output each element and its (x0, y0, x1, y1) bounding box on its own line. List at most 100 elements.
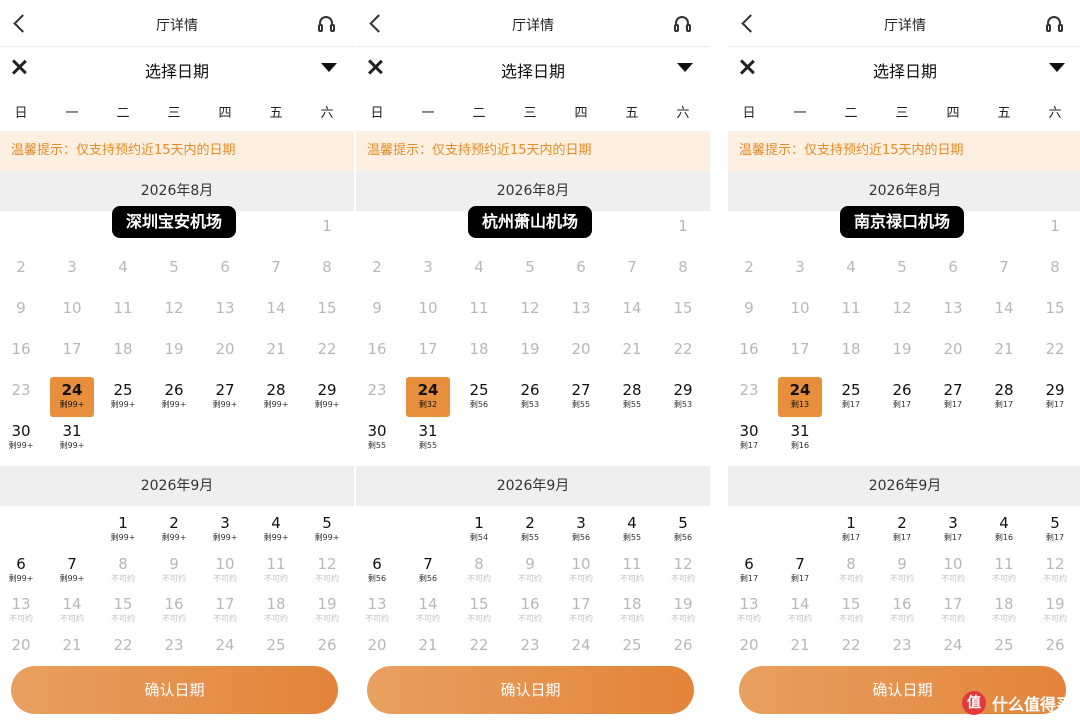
calendar-day[interactable]: 31 剩55 (406, 418, 450, 458)
triangle-down-icon[interactable] (321, 63, 337, 72)
calendar-day[interactable]: 26 剩17 (880, 377, 924, 417)
calendar-day[interactable]: 31 剩99+ (50, 418, 94, 458)
calendar-day[interactable]: 6 剩99+ (0, 551, 43, 591)
calendar-day[interactable]: 4 剩99+ (254, 510, 298, 550)
calendar-day[interactable]: 27 剩99+ (203, 377, 247, 417)
remaining-count: 剩17 (1045, 400, 1065, 409)
calendar-day[interactable]: 5 剩17 (1033, 510, 1077, 550)
unavailable-label: 不可约 (9, 614, 33, 623)
calendar-day[interactable]: 27 剩55 (559, 377, 603, 417)
calendar-day[interactable]: 4 剩55 (610, 510, 654, 550)
calendar-day-selected[interactable]: 24 剩13 (778, 377, 822, 417)
calendar-day: 13 不可约 (0, 591, 43, 631)
calendar-day: 17 (50, 336, 94, 376)
calendar-day[interactable]: 27 剩17 (931, 377, 975, 417)
remaining-count: 剩55 (622, 400, 642, 409)
calendar-day[interactable]: 7 剩56 (406, 551, 450, 591)
calendar-day-selected[interactable]: 24 剩32 (406, 377, 450, 417)
calendar-day[interactable]: 7 剩99+ (50, 551, 94, 591)
customer-service-headset-icon[interactable] (674, 16, 692, 32)
month-header-sep: 2026年9月 (728, 466, 1080, 506)
unavailable-label: 不可约 (839, 574, 863, 583)
calendar-day[interactable]: 2 剩99+ (152, 510, 196, 550)
calendar-day: 9 不可约 (880, 551, 924, 591)
calendar-day[interactable]: 2 剩17 (880, 510, 924, 550)
remaining-count: 剩55 (418, 441, 438, 450)
confirm-date-button[interactable]: 确认日期 (367, 666, 694, 714)
calendar-day: 6 (931, 254, 975, 294)
calendar-day: 23 (356, 377, 399, 417)
calendar-day[interactable]: 25 剩17 (829, 377, 873, 417)
day-number: 4 (627, 514, 637, 532)
calendar-day: 13 (203, 295, 247, 335)
customer-service-headset-icon[interactable] (318, 16, 336, 32)
day-number: 1 (474, 514, 484, 532)
weekday-label: 二 (844, 106, 858, 121)
calendar-day: 12 (880, 295, 924, 335)
day-number: 23 (520, 636, 540, 654)
phone-panel: 厅详情 选择日期日 一 二 三 四 五 六温馨提示：仅支持预约近15天内的日期 2026年8月 2… (728, 0, 1080, 727)
calendar-day[interactable]: 29 剩17 (1033, 377, 1077, 417)
day-number: 30 (11, 422, 31, 440)
triangle-down-icon[interactable] (677, 63, 693, 72)
calendar-day[interactable]: 6 剩17 (728, 551, 771, 591)
day-number: 25 (469, 381, 489, 399)
day-number: 7 (271, 258, 281, 276)
day-number: 5 (678, 514, 688, 532)
confirm-date-button[interactable]: 确认日期 (11, 666, 338, 714)
day-number: 26 (317, 636, 337, 654)
calendar-day[interactable]: 30 剩55 (356, 418, 399, 458)
calendar-day[interactable]: 6 剩56 (356, 551, 399, 591)
day-number: 16 (164, 595, 184, 613)
calendar-day: 9 (728, 295, 771, 335)
calendar-day[interactable]: 28 剩99+ (254, 377, 298, 417)
calendar-day[interactable]: 25 剩99+ (101, 377, 145, 417)
calendar-day[interactable]: 31 剩16 (778, 418, 822, 458)
calendar-day[interactable]: 26 剩53 (508, 377, 552, 417)
day-number: 20 (943, 340, 963, 358)
day-number: 2 (169, 514, 179, 532)
day-number: 26 (520, 381, 540, 399)
calendar-day[interactable]: 29 剩99+ (305, 377, 349, 417)
calendar-day[interactable]: 28 剩17 (982, 377, 1026, 417)
calendar-day[interactable]: 3 剩17 (931, 510, 975, 550)
weekday-label: 四 (946, 106, 960, 121)
calendar-day[interactable]: 1 剩99+ (101, 510, 145, 550)
calendar-day[interactable]: 3 剩56 (559, 510, 603, 550)
customer-service-headset-icon[interactable] (1046, 16, 1064, 32)
calendar-day[interactable]: 3 剩99+ (203, 510, 247, 550)
calendar-day[interactable]: 30 剩99+ (0, 418, 43, 458)
calendar-day[interactable]: 1 剩17 (829, 510, 873, 550)
day-number: 3 (795, 258, 805, 276)
remaining-count: 剩17 (841, 533, 861, 542)
calendar-day[interactable]: 4 剩16 (982, 510, 1026, 550)
remaining-count: 剩53 (520, 400, 540, 409)
calendar-day[interactable]: 2 剩55 (508, 510, 552, 550)
calendar-day-selected[interactable]: 24 剩99+ (50, 377, 94, 417)
triangle-down-icon[interactable] (1049, 63, 1065, 72)
calendar-day[interactable]: 30 剩17 (728, 418, 771, 458)
day-number: 31 (62, 422, 82, 440)
day-number: 5 (169, 258, 179, 276)
calendar-day: 14 (982, 295, 1026, 335)
month-header-sep: 2026年9月 (0, 466, 354, 506)
calendar-day: 15 (1033, 295, 1077, 335)
calendar-day[interactable]: 5 剩56 (661, 510, 705, 550)
calendar-day[interactable]: 1 剩54 (457, 510, 501, 550)
booking-notice: 温馨提示：仅支持预约近15天内的日期 (356, 131, 710, 171)
day-number: 25 (113, 381, 133, 399)
calendar-day[interactable]: 29 剩53 (661, 377, 705, 417)
calendar-day[interactable]: 28 剩55 (610, 377, 654, 417)
day-number: 17 (790, 340, 810, 358)
unavailable-label: 不可约 (162, 574, 186, 583)
calendar-day[interactable]: 5 剩99+ (305, 510, 349, 550)
calendar-day[interactable]: 7 剩17 (778, 551, 822, 591)
calendar-day: 18 (829, 336, 873, 376)
watermark-logo-icon: 值 (961, 691, 986, 715)
day-number: 18 (266, 595, 286, 613)
calendar-day[interactable]: 26 剩99+ (152, 377, 196, 417)
weekday-label: 一 (65, 106, 79, 121)
headset-ear-left (1046, 24, 1051, 32)
calendar-day[interactable]: 25 剩56 (457, 377, 501, 417)
day-number: 23 (892, 636, 912, 654)
